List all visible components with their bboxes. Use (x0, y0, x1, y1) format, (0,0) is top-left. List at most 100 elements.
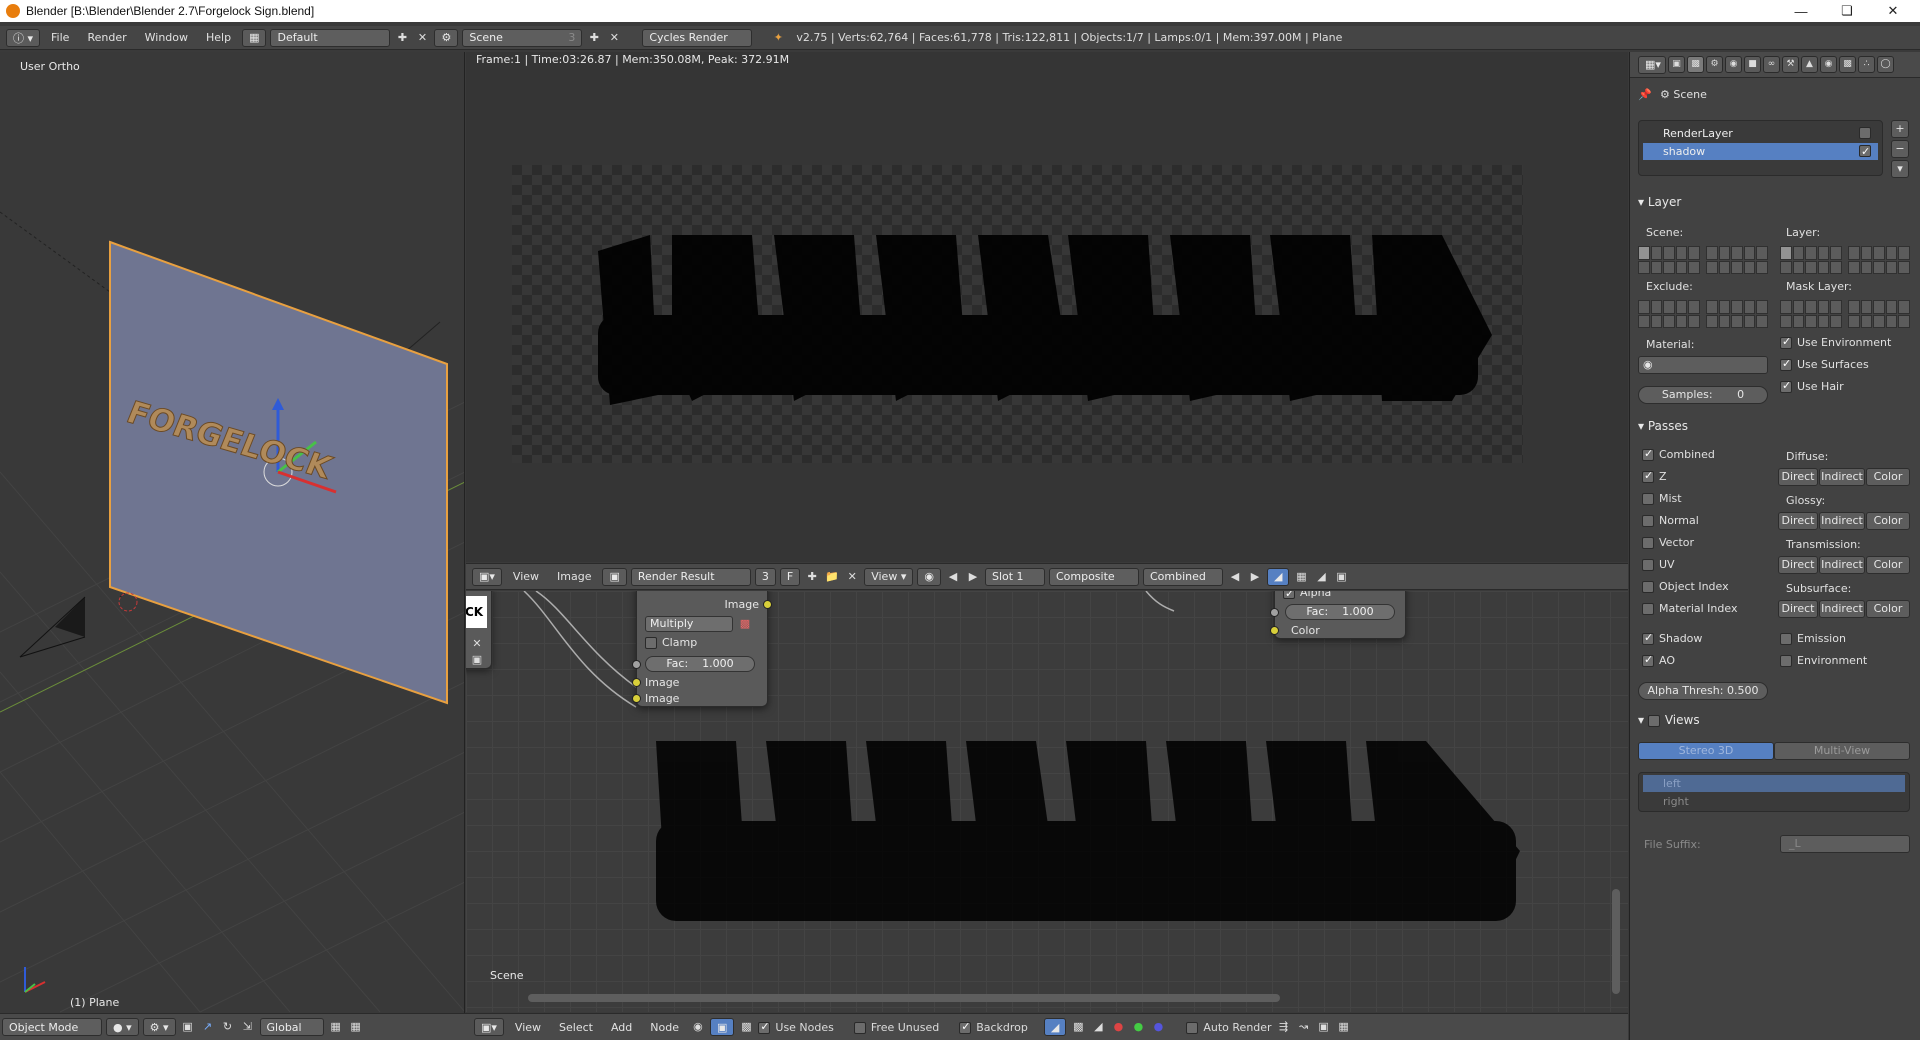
glossy-color-button[interactable]: Color (1866, 512, 1910, 530)
z-buffer-icon[interactable]: ◢ (1313, 569, 1329, 585)
world-tab-icon[interactable]: ◉ (1725, 56, 1742, 73)
stereo-3d-tab[interactable]: Stereo 3D (1638, 742, 1774, 760)
mix-fac-socket[interactable] (632, 660, 641, 669)
views-list[interactable]: left right (1638, 772, 1910, 812)
editor-type-image-button[interactable]: ▣▾ (472, 567, 502, 586)
pass-material-index-toggle[interactable]: Material Index (1642, 602, 1737, 615)
alpha-fac-socket[interactable] (1270, 608, 1279, 617)
render-layers-list[interactable]: RenderLayer shadow (1638, 120, 1883, 176)
transform-orientation-select[interactable]: Global (259, 1018, 324, 1036)
node-menu-view[interactable]: View (508, 1021, 548, 1034)
clamp-checkbox[interactable] (645, 637, 657, 649)
scene-layers-grid-a[interactable] (1638, 246, 1700, 274)
samples-field[interactable]: Samples: 0 (1638, 386, 1768, 404)
translate-manipulator-icon[interactable]: ↗ (200, 1019, 216, 1035)
mix-input1-socket[interactable] (632, 678, 641, 687)
environment-checkbox[interactable] (1780, 655, 1792, 667)
add-screen-icon[interactable]: ✚ (394, 30, 410, 46)
render-layer-item[interactable]: shadow (1643, 143, 1878, 160)
layers-icon[interactable]: ▦ (328, 1019, 344, 1035)
menu-file[interactable]: File (44, 31, 76, 44)
viewport-shading-icon[interactable]: ● ▾ (106, 1018, 139, 1036)
pass-mist-toggle[interactable]: Mist (1642, 492, 1682, 505)
particles-tab-icon[interactable]: ∴ (1858, 56, 1875, 73)
rotate-manipulator-icon[interactable]: ↻ (220, 1019, 236, 1035)
partial-node[interactable]: CK ✕ ▣ (466, 591, 492, 669)
lock-icon[interactable]: ▣ (1333, 569, 1349, 585)
view-item-left[interactable]: left (1643, 775, 1905, 792)
texture-nodes-icon[interactable]: ▩ (738, 1019, 754, 1035)
glossy-direct-button[interactable]: Direct (1778, 512, 1818, 530)
pivot-icon[interactable]: ◉ (917, 567, 941, 586)
object-tab-icon[interactable]: ■ (1744, 56, 1761, 73)
alpha-channel-icon[interactable]: ▦ (1293, 569, 1309, 585)
exclude-layers-grid-a[interactable] (1638, 300, 1700, 328)
pass-object-index-toggle[interactable]: Object Index (1642, 580, 1729, 593)
use-alpha-icon[interactable]: ▩ (737, 616, 753, 632)
menu-help[interactable]: Help (199, 31, 238, 44)
shader-nodes-icon[interactable]: ◉ (690, 1019, 706, 1035)
glossy-indirect-button[interactable]: Indirect (1819, 512, 1865, 530)
remove-screen-icon[interactable]: ✕ (414, 30, 430, 46)
scene-icon[interactable]: ⚙ (434, 28, 459, 47)
image-editor[interactable]: Frame:1 | Time:03:26.87 | Mem:350.08M, P… (466, 52, 1628, 562)
node-vertical-scrollbar[interactable] (1612, 889, 1620, 994)
draw-channels-icon[interactable]: ◢ (1266, 567, 1290, 586)
render-layer-checkbox[interactable] (1859, 127, 1871, 139)
render-pass-select[interactable]: Combined (1142, 567, 1223, 586)
use-environment-checkbox[interactable] (1780, 335, 1792, 349)
green-channel-icon[interactable]: ● (1130, 1019, 1146, 1035)
material-tab-icon[interactable]: ◉ (1820, 56, 1837, 73)
remove-scene-icon[interactable]: ✕ (606, 30, 622, 46)
constraints-tab-icon[interactable]: ∞ (1763, 56, 1780, 73)
backdrop-checkbox[interactable] (959, 1020, 972, 1034)
editor-type-node-button[interactable]: ▣▾ (474, 1018, 504, 1036)
open-image-icon[interactable]: 📁 (824, 569, 840, 585)
add-render-layer-button[interactable]: + (1891, 120, 1909, 138)
material-override-field[interactable]: ◉ (1638, 356, 1768, 374)
blue-channel-icon[interactable]: ● (1150, 1019, 1166, 1035)
unlink-image-icon[interactable]: ✕ (844, 569, 860, 585)
node-editor[interactable]: CK ✕ ▣ Image Multiply ▩ Clamp Fac: 1.000… (466, 591, 1628, 1012)
compositing-nodes-icon[interactable]: ▣ (709, 1018, 735, 1036)
remove-render-layer-button[interactable]: − (1891, 140, 1909, 158)
close-icon[interactable]: ✕ (1870, 0, 1916, 22)
mode-select[interactable]: Object Mode (2, 1018, 102, 1036)
maximize-icon[interactable]: ❏ (1824, 0, 1870, 22)
backdrop-toggle[interactable]: Backdrop (959, 1020, 1028, 1034)
pass-z-toggle[interactable]: Z (1642, 469, 1667, 483)
prev-slot-icon[interactable]: ◀ (945, 569, 961, 585)
pass-checkbox[interactable] (1642, 603, 1654, 615)
slot-select[interactable]: Slot 1 (984, 567, 1045, 586)
physics-tab-icon[interactable]: ◯ (1877, 56, 1894, 73)
blend-mode-select[interactable]: Multiply (645, 616, 733, 632)
modifiers-tab-icon[interactable]: ⚒ (1782, 56, 1799, 73)
image-browse-icon[interactable]: ▣ (602, 567, 627, 586)
node-menu-node[interactable]: Node (643, 1021, 686, 1034)
backdrop-zbuffer-icon[interactable]: ◢ (1090, 1019, 1106, 1035)
use-nodes-toggle[interactable]: Use Nodes (758, 1020, 834, 1034)
use-nodes-checkbox[interactable] (758, 1020, 771, 1034)
fake-user-button[interactable]: F (779, 567, 801, 586)
red-channel-icon[interactable]: ● (1110, 1019, 1126, 1035)
pass-checkbox[interactable] (1642, 515, 1654, 527)
prev-pass-icon[interactable]: ◀ (1227, 569, 1243, 585)
menu-window[interactable]: Window (138, 31, 195, 44)
layer-panel-header[interactable]: ▾ Layer (1638, 192, 1912, 212)
pass-checkbox[interactable] (1642, 469, 1654, 483)
mix-input2-socket[interactable] (632, 694, 641, 703)
node-menu-add[interactable]: Add (604, 1021, 639, 1034)
pivot-point-icon[interactable]: ⚙ ▾ (142, 1018, 176, 1036)
mix-output-socket[interactable] (763, 600, 772, 609)
menu-render[interactable]: Render (80, 31, 133, 44)
viewport-3d[interactable]: FORGELOCK User Ortho (1) Plane (0, 52, 465, 1013)
mask-layers-grid-a[interactable] (1780, 300, 1842, 328)
paste-nodes-icon[interactable]: ▦ (1336, 1019, 1352, 1035)
scene-field[interactable]: Scene 3 (462, 28, 583, 47)
partial-node-image-icon[interactable]: ▣ (469, 652, 485, 668)
render-engine-select[interactable]: Cycles Render (642, 28, 753, 47)
render-layer-item[interactable]: RenderLayer (1643, 125, 1878, 142)
backdrop-alpha-icon[interactable]: ▩ (1070, 1019, 1086, 1035)
pin-icon[interactable]: 📌 (1638, 88, 1652, 101)
render-layer-checkbox[interactable] (1859, 143, 1871, 160)
